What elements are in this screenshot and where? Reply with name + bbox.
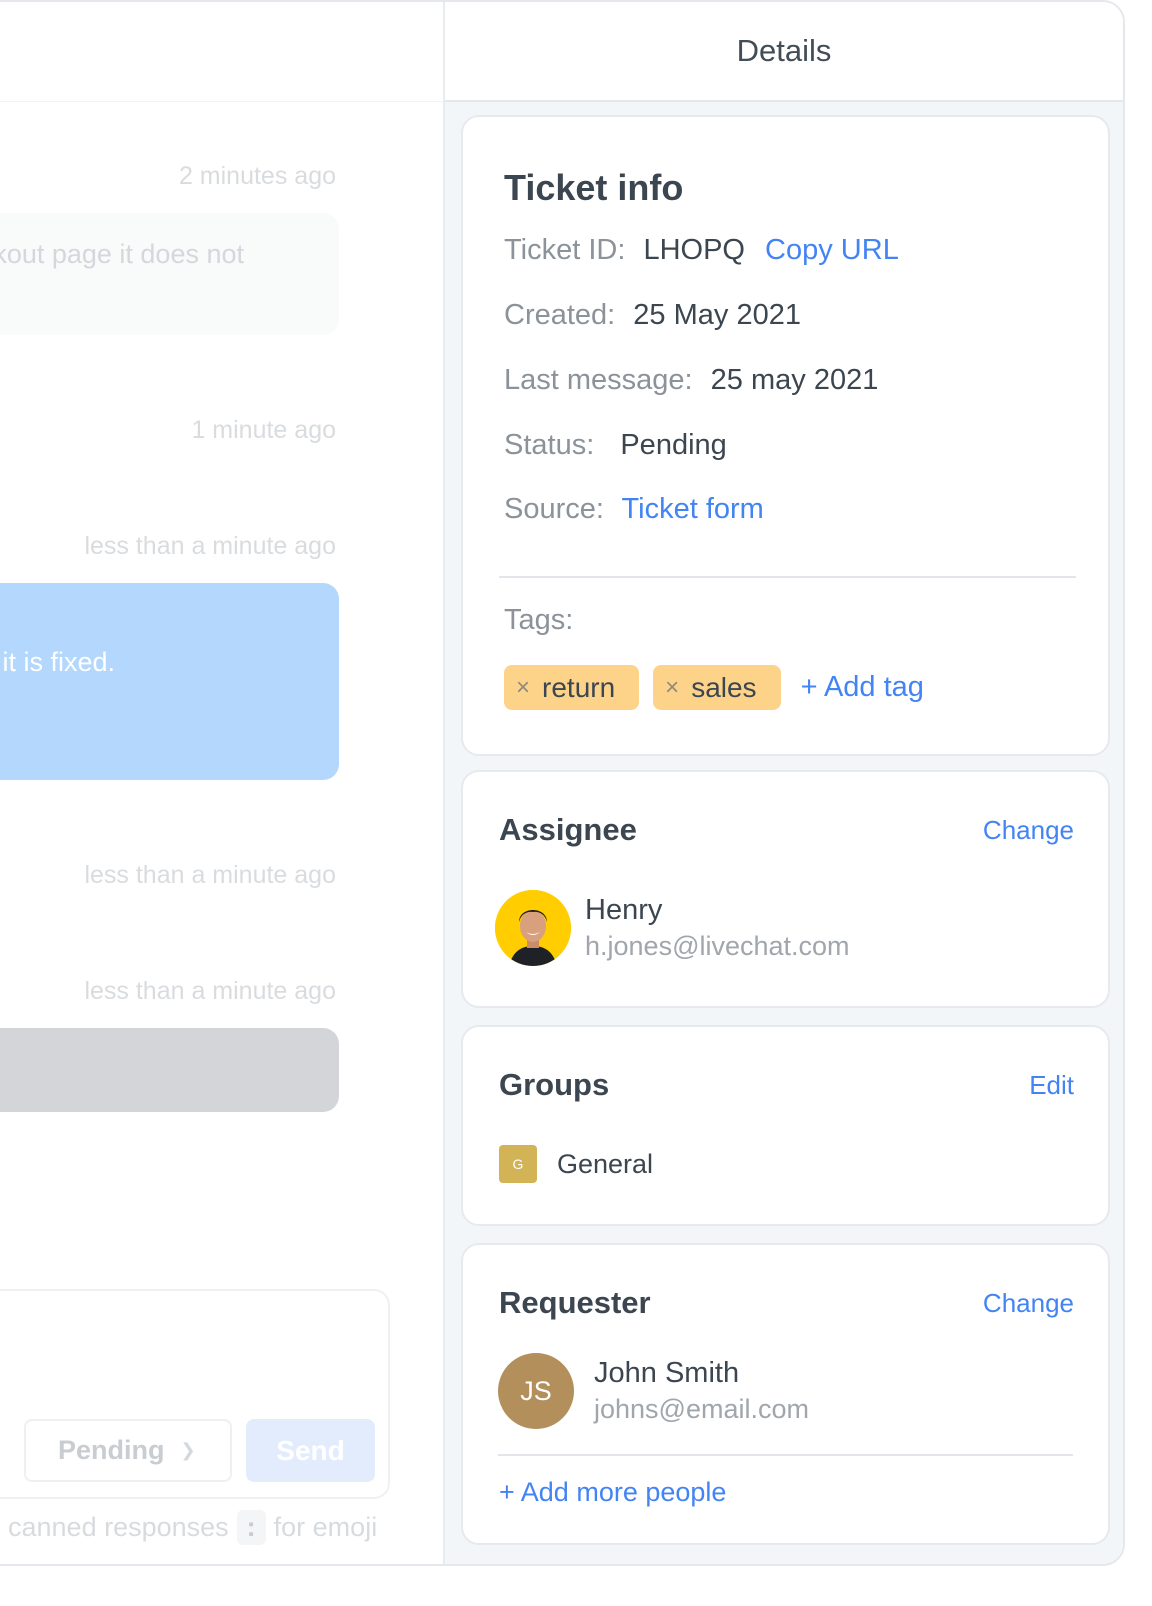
groups-card: Groups Edit G General <box>461 1025 1110 1226</box>
hint-prefix: canned responses <box>8 1512 229 1542</box>
add-tag-button[interactable]: + Add tag <box>801 671 924 704</box>
source-row: Source: Ticket form <box>504 493 764 526</box>
status-select-value: Pending <box>58 1435 165 1465</box>
requester-avatar: JS <box>498 1353 574 1429</box>
divider <box>499 576 1076 578</box>
tag-label: sales <box>691 671 757 703</box>
created-row: Created: 25 May 2021 <box>504 299 801 332</box>
details-panel: Details Ticket info Ticket ID: LHOPQ Cop… <box>445 2 1123 1564</box>
message-timestamp: less than a minute ago <box>84 532 336 560</box>
tag-chip: × return <box>504 665 640 710</box>
status-label: Status: <box>504 429 595 461</box>
ticket-status-select[interactable]: Pending ❯ <box>24 1419 232 1482</box>
requester-person: JS John Smith johns@email.com <box>498 1353 809 1429</box>
message-composer[interactable]: Pending ❯ Send <box>0 1289 390 1499</box>
requester-card: Requester Change JS John Smith johns@ema… <box>461 1243 1110 1545</box>
assignee-info: Henry h.jones@livechat.com <box>585 894 850 962</box>
chat-header <box>0 2 443 102</box>
group-badge-icon: G <box>499 1145 537 1183</box>
tag-label: return <box>542 671 616 703</box>
last-message-row: Last message: 25 may 2021 <box>504 364 878 397</box>
source-label: Source: <box>504 493 604 525</box>
status-value: Pending <box>620 429 727 461</box>
customer-message-bubble: eckout page it does not <box>0 213 339 335</box>
ticket-id-label: Ticket ID: <box>504 234 626 266</box>
assignee-name: Henry <box>585 894 663 926</box>
message-timestamp: 1 minute ago <box>191 416 336 444</box>
ticket-id-value: LHOPQ <box>643 234 745 266</box>
status-row: Status: Pending <box>504 429 727 462</box>
agent-message-bubble: as it is fixed. <box>0 583 339 780</box>
ticket-info-title: Ticket info <box>504 167 684 208</box>
last-message-label: Last message: <box>504 364 693 396</box>
requester-email: johns@email.com <box>594 1394 809 1424</box>
chat-panel: 2 minutes ago eckout page it does not 1 … <box>0 2 445 1564</box>
message-timestamp: 2 minutes ago <box>178 162 336 190</box>
chevron-down-icon: ❯ <box>180 1440 196 1460</box>
message-timestamp: less than a minute ago <box>84 977 336 1005</box>
message-text: as it is fixed. <box>0 647 115 677</box>
change-assignee-link[interactable]: Change <box>983 815 1074 846</box>
send-button[interactable]: Send <box>246 1419 375 1482</box>
copy-url-link[interactable]: Copy URL <box>765 234 899 266</box>
person-photo-icon <box>495 890 571 966</box>
change-requester-link[interactable]: Change <box>983 1288 1074 1319</box>
note-message-bubble <box>0 1028 339 1112</box>
message-text: eckout page it does not <box>0 239 244 269</box>
divider <box>498 1454 1073 1456</box>
requester-title: Requester <box>499 1285 651 1320</box>
requester-name: John Smith <box>594 1357 740 1389</box>
assignee-title: Assignee <box>499 812 637 847</box>
assignee-avatar <box>495 890 571 966</box>
assignee-email: h.jones@livechat.com <box>585 931 850 961</box>
tags-label: Tags: <box>504 604 574 636</box>
ticket-id-row: Ticket ID: LHOPQ Copy URL <box>504 234 899 267</box>
requester-info: John Smith johns@email.com <box>594 1357 809 1425</box>
add-more-people-button[interactable]: + Add more people <box>499 1477 726 1508</box>
assignee-person: Henry h.jones@livechat.com <box>495 890 850 966</box>
edit-groups-link[interactable]: Edit <box>1029 1070 1074 1101</box>
remove-tag-icon[interactable]: × <box>516 674 530 702</box>
created-label: Created: <box>504 299 616 331</box>
message-timestamp: less than a minute ago <box>84 861 336 889</box>
app-window: 2 minutes ago eckout page it does not 1 … <box>0 0 1125 1566</box>
assignee-card: Assignee Change Henry h.jones@livechat.c <box>461 770 1110 1008</box>
groups-title: Groups <box>499 1067 610 1102</box>
emoji-shortcut-key: : <box>236 1510 266 1545</box>
tag-chip: × sales <box>653 665 781 710</box>
group-name: General <box>557 1148 654 1179</box>
source-link[interactable]: Ticket form <box>622 493 764 525</box>
details-header: Details <box>445 2 1123 102</box>
hint-suffix: for emoji <box>273 1512 378 1542</box>
tags-list: × return × sales + Add tag <box>504 665 924 710</box>
group-item: G General <box>499 1145 653 1183</box>
remove-tag-icon[interactable]: × <box>665 674 679 702</box>
ticket-info-card: Ticket info Ticket ID: LHOPQ Copy URL Cr… <box>461 115 1110 756</box>
composer-hint: canned responses : for emoji <box>8 1510 377 1545</box>
created-value: 25 May 2021 <box>633 299 801 331</box>
last-message-value: 25 may 2021 <box>710 364 879 396</box>
details-title: Details <box>736 33 832 68</box>
